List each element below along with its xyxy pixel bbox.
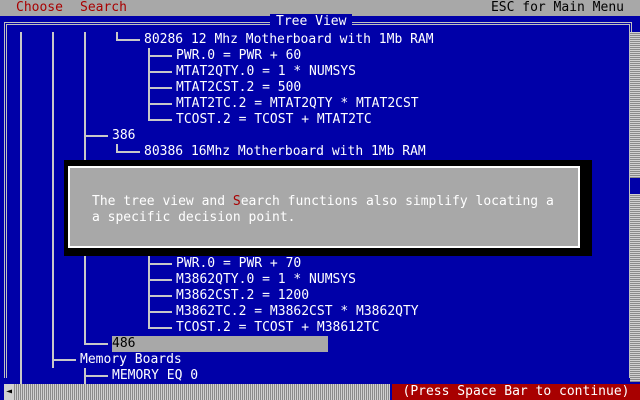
help-popup: The tree view and Search functions also …: [64, 160, 592, 256]
scroll-left-arrow-icon[interactable]: ◄: [4, 384, 14, 400]
tree-line: [52, 359, 76, 361]
tree-line: [84, 135, 108, 137]
tree-line: [148, 311, 172, 313]
esc-main-menu-hint[interactable]: ESC for Main Menu: [491, 0, 624, 16]
menu-choose[interactable]: Choose: [16, 0, 63, 16]
scrollbar-thumb[interactable]: [630, 178, 640, 194]
tree-line: [148, 256, 150, 328]
tree-node-mtat2tc[interactable]: MTAT2TC.2 = MTAT2QTY * MTAT2CST: [176, 96, 419, 112]
tree-line: [148, 87, 172, 89]
tree-line: [148, 119, 172, 121]
tree-line: [148, 103, 172, 105]
tree-node-mtat2qty[interactable]: MTAT2QTY.0 = 1 * NUMSYS: [176, 64, 356, 80]
tree-line: [84, 343, 108, 345]
tree-node-m3862tc[interactable]: M3862TC.2 = M3862CST * M3862QTY: [176, 304, 419, 320]
tree-line: [116, 151, 140, 153]
menu-search[interactable]: Search: [80, 0, 127, 16]
popup-line-2: a specific decision point.: [92, 210, 296, 225]
tree-node-486-selected[interactable]: 486: [112, 336, 328, 352]
horizontal-scrollbar[interactable]: ◄: [4, 384, 390, 400]
tree-node-m3862cst[interactable]: M3862CST.2 = 1200: [176, 288, 309, 304]
tree-line: [148, 48, 150, 120]
window-title: Tree View: [270, 14, 353, 30]
tree-node-tcost[interactable]: TCOST.2 = TCOST + MTAT2TC: [176, 112, 372, 128]
tree-node-m3862qty[interactable]: M3862QTY.0 = 1 * NUMSYS: [176, 272, 356, 288]
tree-line: [116, 39, 140, 41]
tree-node-pwr-386[interactable]: PWR.0 = PWR + 70: [176, 256, 301, 272]
tree-node-tcost-386[interactable]: TCOST.2 = TCOST + M38612TC: [176, 320, 380, 336]
help-popup-body: The tree view and Search functions also …: [68, 166, 580, 248]
vertical-scrollbar[interactable]: [630, 32, 640, 382]
tree-line: [20, 32, 22, 384]
tree-line: [148, 279, 172, 281]
tree-line: [52, 32, 54, 368]
popup-line-1: The tree view and Search functions also …: [92, 194, 554, 210]
tree-node-80286[interactable]: 80286 12 Mhz Motherboard with 1Mb RAM: [144, 32, 434, 48]
tree-node-memory-boards[interactable]: Memory Boards: [80, 352, 182, 368]
status-press-space[interactable]: (Press Space Bar to continue): [392, 384, 640, 400]
tree-node-pwr[interactable]: PWR.0 = PWR + 60: [176, 48, 301, 64]
popup-hotkey-s: S: [232, 194, 241, 209]
tree-node-386[interactable]: 386: [112, 128, 135, 144]
tree-line: [148, 55, 172, 57]
tree-node-memory-eq[interactable]: MEMORY EQ 0: [112, 368, 198, 384]
tree-line: [84, 375, 108, 377]
popup-text: The tree view and: [92, 194, 233, 209]
tree-line: [148, 327, 172, 329]
tree-node-80386[interactable]: 80386 16Mhz Motherboard with 1Mb RAM: [144, 144, 426, 160]
tree-line: [148, 263, 172, 265]
tree-node-mtat2cst[interactable]: MTAT2CST.2 = 500: [176, 80, 301, 96]
tree-line: [148, 71, 172, 73]
tree-line: [148, 295, 172, 297]
popup-text: earch functions also simplify locating a: [240, 194, 554, 209]
